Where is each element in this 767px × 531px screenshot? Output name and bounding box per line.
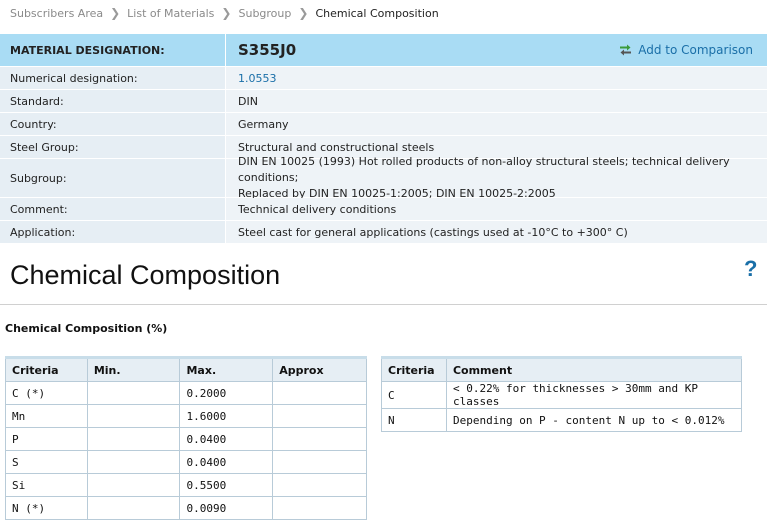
cell-min [86,404,181,428]
column-header-criteria: Criteria [5,356,88,382]
cell-criteria: P [5,427,88,451]
designation-text: S355J0 [238,41,297,59]
info-value: Steel cast for general applications (cas… [226,221,767,243]
info-label: Subgroup: [0,159,226,197]
cell-criteria: C (*) [5,381,88,405]
cell-max: 1.6000 [179,404,274,428]
column-header-criteria: Criteria [381,356,447,382]
info-value: Germany [226,113,767,135]
table-row: P 0.0400 [5,427,367,451]
add-to-comparison-label[interactable]: Add to Comparison [638,43,753,57]
cell-max: 0.5500 [179,473,274,497]
info-label: Steel Group: [0,136,226,158]
cell-criteria: N [381,408,447,432]
column-header-comment: Comment [445,356,743,382]
breadcrumb-current: Chemical Composition [315,6,439,20]
info-row-subgroup: Subgroup: DIN EN 10025 (1993) Hot rolled… [0,155,767,200]
breadcrumb-item-subgroup[interactable]: Subgroup [238,7,291,20]
info-label: Country: [0,113,226,135]
cell-max: 0.0400 [179,450,274,474]
breadcrumb: Subscribers Area ❯ List of Materials ❯ S… [10,5,439,21]
subgroup-line-1: DIN EN 10025 (1993) Hot rolled products … [238,155,730,184]
chevron-right-icon: ❯ [298,6,309,20]
cell-comment: < 0.22% for thicknesses > 30mm and KP cl… [445,381,743,409]
material-info-table: MATERIAL DESIGNATION: S355J0 Add to Comp… [0,33,767,243]
table-row: C < 0.22% for thicknesses > 30mm and KP … [381,381,743,409]
cell-min [86,450,181,474]
cell-approx [272,473,367,497]
info-row-application: Application: Steel cast for general appl… [0,220,767,243]
composition-table: Criteria Min. Max. Approx C (*) 0.2000 M… [5,356,367,520]
cell-approx [272,381,367,405]
info-row-country: Country: Germany [0,112,767,135]
cell-criteria: Si [5,473,88,497]
page-title: Chemical Composition [10,260,281,290]
numerical-designation-link[interactable]: 1.0553 [238,72,277,85]
info-label: Application: [0,221,226,243]
cell-max: 0.0400 [179,427,274,451]
info-value[interactable]: 1.0553 [226,67,767,89]
info-row-numerical-designation: Numerical designation: 1.0553 [0,66,767,89]
swap-arrows-icon [620,44,632,56]
subsection-title: Chemical Composition (%) [5,322,168,335]
info-value: Technical delivery conditions [226,198,767,220]
cell-min [86,427,181,451]
table-row: Si 0.5500 [5,473,367,497]
cell-min [86,381,181,405]
add-to-comparison-link[interactable]: Add to Comparison [619,43,753,57]
info-label: Numerical designation: [0,67,226,89]
material-designation-row: MATERIAL DESIGNATION: S355J0 Add to Comp… [0,33,767,66]
table-row: C (*) 0.2000 [5,381,367,405]
table-header-row: Criteria Min. Max. Approx [5,356,367,382]
cell-comment: Depending on P - content N up to < 0.012… [445,408,743,432]
table-row: S 0.0400 [5,450,367,474]
cell-max: 0.0090 [179,496,274,520]
info-value: DIN EN 10025 (1993) Hot rolled products … [226,155,767,200]
info-label: Standard: [0,90,226,112]
breadcrumb-item-subscribers-area[interactable]: Subscribers Area [10,7,103,20]
cell-min [86,473,181,497]
info-row-comment: Comment: Technical delivery conditions [0,197,767,220]
info-row-standard: Standard: DIN [0,89,767,112]
material-designation-value: S355J0 Add to Comparison [226,34,767,66]
cell-criteria: N (*) [5,496,88,520]
chevron-right-icon: ❯ [110,6,121,20]
table-header-row: Criteria Comment [381,356,743,382]
criteria-comment-table: Criteria Comment C < 0.22% for thickness… [381,356,743,432]
help-icon[interactable]: ? [744,256,757,282]
info-value: DIN [226,90,767,112]
table-row: N (*) 0.0090 [5,496,367,520]
cell-min [86,496,181,520]
cell-approx [272,404,367,428]
column-header-max: Max. [179,356,274,382]
divider [0,304,767,305]
column-header-min: Min. [86,356,181,382]
cell-max: 0.2000 [179,381,274,405]
cell-approx [272,427,367,451]
cell-criteria: C [381,381,447,409]
cell-criteria: S [5,450,88,474]
chevron-right-icon: ❯ [221,6,232,20]
cell-approx [272,450,367,474]
column-header-approx: Approx [272,356,367,382]
breadcrumb-item-list-of-materials[interactable]: List of Materials [127,7,214,20]
cell-approx [272,496,367,520]
table-row: N Depending on P - content N up to < 0.0… [381,408,743,432]
material-designation-label: MATERIAL DESIGNATION: [0,34,226,66]
cell-criteria: Mn [5,404,88,428]
info-label: Comment: [0,198,226,220]
table-row: Mn 1.6000 [5,404,367,428]
